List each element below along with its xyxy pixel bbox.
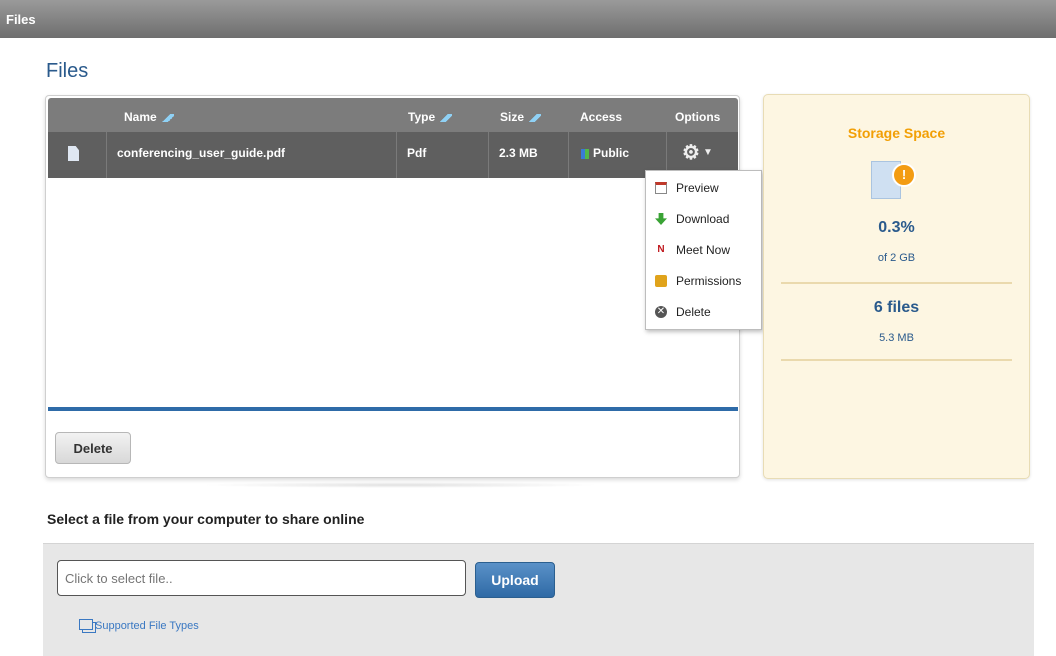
column-header-size[interactable]: Size <box>500 110 542 124</box>
file-select-input[interactable] <box>57 560 466 596</box>
column-header-name[interactable]: Name <box>124 110 174 124</box>
window-title: Files <box>6 12 36 27</box>
storage-quota: of 2 GB <box>877 252 916 264</box>
delete-button[interactable]: Delete <box>55 432 131 464</box>
file-type: Pdf <box>396 132 488 178</box>
table-row[interactable]: conferencing_user_guide.pdf Pdf 2.3 MB P… <box>48 132 738 178</box>
preview-icon <box>655 182 667 194</box>
column-header-options: Options <box>675 110 721 124</box>
warning-icon: ! <box>892 163 916 187</box>
file-name[interactable]: conferencing_user_guide.pdf <box>106 132 396 178</box>
storage-space-panel: Storage Space ! 0.3% of 2 GB 6 files 5.3… <box>763 94 1030 479</box>
menu-item-meet-now[interactable]: N Meet Now <box>646 234 761 265</box>
file-icon <box>68 146 79 161</box>
sort-icon <box>529 113 542 122</box>
total-size: 5.3 MB <box>879 332 914 344</box>
upload-panel: Upload Supported File Types <box>43 543 1034 656</box>
storage-percent: 0.3% <box>878 219 915 236</box>
supported-file-types-link[interactable]: Supported File Types <box>79 619 199 632</box>
panel-shadow <box>200 482 600 488</box>
access-label: Public <box>593 146 630 160</box>
menu-item-delete[interactable]: ✕ Delete <box>646 296 761 327</box>
menu-item-download[interactable]: Download <box>646 203 761 234</box>
menu-item-permissions[interactable]: Permissions <box>646 265 761 296</box>
page-title: Files <box>46 60 89 82</box>
column-header-access: Access <box>580 110 623 124</box>
sort-icon <box>161 113 174 122</box>
lock-icon <box>655 275 667 287</box>
options-dropdown-menu: Preview Download N Meet Now Permissions ✕… <box>645 170 762 330</box>
storage-title: Storage Space <box>847 125 946 141</box>
gear-icon: ⚙ <box>682 142 700 164</box>
file-count: 6 files <box>873 299 920 316</box>
window-title-bar: Files <box>0 0 1056 38</box>
file-size: 2.3 MB <box>488 132 568 178</box>
divider <box>781 359 1012 361</box>
public-access-icon <box>581 148 589 159</box>
upload-button[interactable]: Upload <box>475 562 555 598</box>
chevron-down-icon: ▼ <box>703 147 713 158</box>
table-footer-divider <box>48 407 738 411</box>
table-header: Name Type Size Access Options <box>48 98 738 132</box>
menu-item-preview[interactable]: Preview <box>646 172 761 203</box>
sort-icon <box>440 113 453 122</box>
meet-now-icon: N <box>657 244 665 255</box>
files-table-panel: Name Type Size Access Options conferenci… <box>45 95 740 478</box>
upload-heading: Select a file from your computer to shar… <box>47 511 365 527</box>
windows-icon <box>79 619 93 630</box>
column-header-type[interactable]: Type <box>408 110 453 124</box>
download-icon <box>655 213 667 225</box>
delete-icon: ✕ <box>655 306 667 318</box>
divider <box>781 282 1012 284</box>
